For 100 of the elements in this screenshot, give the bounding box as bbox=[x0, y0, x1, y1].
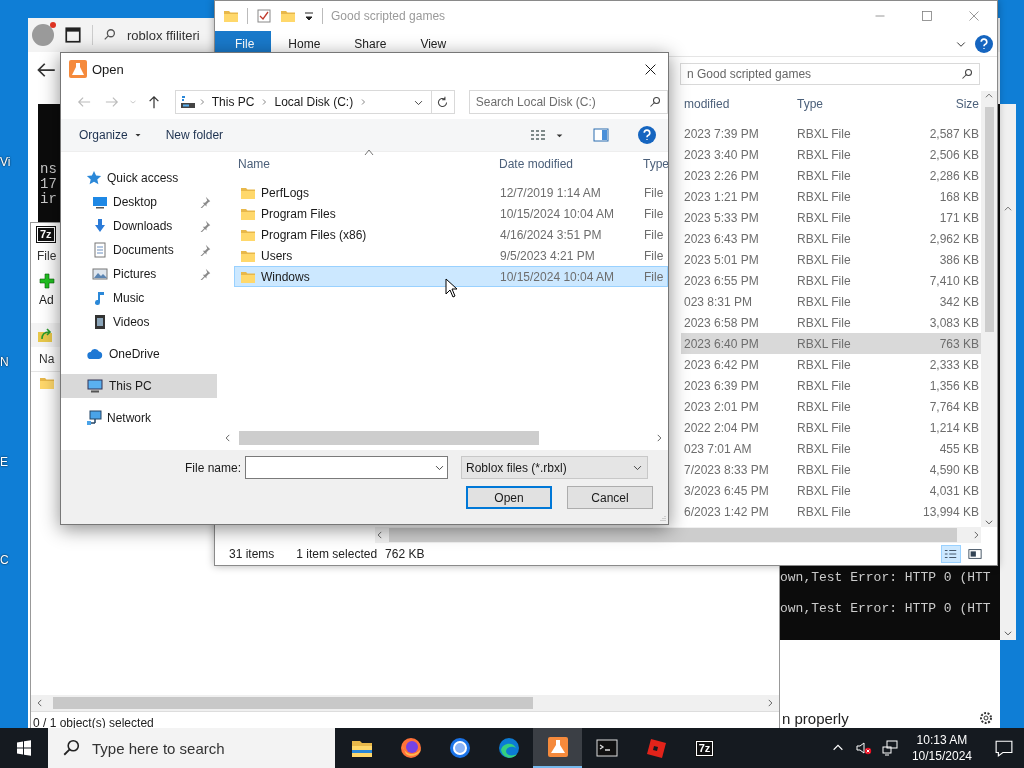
folder-icon bbox=[39, 375, 55, 391]
desktop-icon-label[interactable]: C bbox=[0, 553, 9, 567]
file-row[interactable]: 2023 5:01 PM RBXL File 386 KB bbox=[681, 249, 981, 270]
search-field[interactable]: Search Local Disk (C:) bbox=[468, 90, 668, 114]
file-row[interactable]: 2023 6:39 PM RBXL File 1,356 KB bbox=[681, 375, 981, 396]
file-row[interactable]: 2023 6:58 PM RBXL File 3,083 KB bbox=[681, 312, 981, 333]
nav-item[interactable]: OneDrive bbox=[61, 342, 217, 366]
preview-pane-icon[interactable] bbox=[592, 127, 610, 143]
column-header[interactable]: Na bbox=[39, 352, 55, 366]
menu-item[interactable]: File bbox=[37, 249, 57, 263]
clock[interactable]: 10:13 AM 10/15/2024 bbox=[905, 732, 978, 764]
nav-item[interactable]: Pictures bbox=[61, 262, 217, 286]
new-folder-button[interactable]: New folder bbox=[159, 124, 230, 146]
column-header[interactable]: Name bbox=[234, 157, 493, 171]
nav-item[interactable]: Videos bbox=[61, 310, 217, 334]
checkbox-icon[interactable] bbox=[256, 8, 272, 24]
file-row[interactable]: 023 7:01 AM RBXL File 455 KB bbox=[681, 438, 981, 459]
file-row[interactable]: 6/2023 1:42 PM RBXL File 13,994 KB bbox=[681, 501, 981, 522]
help-icon[interactable] bbox=[975, 34, 993, 53]
ribbon-tab[interactable]: Share bbox=[337, 31, 404, 56]
file-row[interactable]: 2023 6:42 PM RBXL File 2,333 KB bbox=[681, 354, 981, 375]
file-row[interactable]: 023 8:31 PM RBXL File 342 KB bbox=[681, 291, 981, 312]
computer-icon bbox=[179, 94, 196, 110]
flask-icon[interactable] bbox=[545, 735, 570, 759]
breadcrumb[interactable]: Local Disk (C:) bbox=[270, 95, 358, 109]
thumbnail-icon bbox=[968, 548, 982, 560]
list-icon bbox=[944, 548, 958, 560]
horizontal-scrollbar[interactable] bbox=[375, 527, 981, 543]
view-list-icon[interactable] bbox=[529, 127, 547, 143]
nav-item[interactable]: Network bbox=[61, 406, 217, 430]
profile-avatar[interactable] bbox=[32, 24, 54, 46]
scrollbar[interactable] bbox=[1000, 104, 1016, 640]
column-header[interactable]: Date modified bbox=[493, 157, 637, 171]
file-row[interactable]: 2023 2:01 PM RBXL File 7,764 KB bbox=[681, 396, 981, 417]
file-row[interactable]: 2022 2:04 PM RBXL File 1,214 KB bbox=[681, 417, 981, 438]
desktop-icon-label[interactable]: E bbox=[0, 455, 8, 469]
network-icon[interactable] bbox=[881, 740, 898, 756]
tab-icon[interactable] bbox=[64, 26, 82, 44]
gear-icon[interactable] bbox=[978, 710, 994, 726]
pin-icon bbox=[199, 220, 211, 232]
file-row[interactable]: Users 9/5/2023 4:21 PM File bbox=[234, 245, 668, 266]
cancel-button[interactable]: Cancel bbox=[567, 486, 653, 509]
file-row[interactable]: 2023 6:55 PM RBXL File 7,410 KB bbox=[681, 270, 981, 291]
ribbon-tab[interactable]: Home bbox=[271, 31, 338, 56]
plus-icon[interactable] bbox=[39, 273, 55, 289]
file-row[interactable]: PerfLogs 12/7/2019 1:14 AM File bbox=[234, 182, 668, 203]
nav-item[interactable]: Quick access bbox=[61, 166, 217, 190]
nav-item[interactable]: Desktop bbox=[61, 190, 217, 214]
nav-item[interactable]: Music bbox=[61, 286, 217, 310]
folder-up-icon[interactable] bbox=[37, 327, 53, 343]
console-line: ir bbox=[40, 192, 57, 207]
speaker-muted-icon[interactable] bbox=[855, 740, 872, 756]
column-header[interactable]: Size bbox=[914, 97, 981, 111]
nav-item[interactable]: Downloads bbox=[61, 214, 217, 238]
fox-icon[interactable] bbox=[398, 736, 423, 760]
windows-logo-icon bbox=[16, 740, 32, 756]
file-row[interactable]: 2023 3:40 PM RBXL File 2,506 KB bbox=[681, 144, 981, 165]
ribbon-tab[interactable]: View bbox=[403, 31, 464, 56]
caret-icon bbox=[133, 131, 142, 139]
terminal-icon[interactable] bbox=[594, 736, 619, 760]
horizontal-scrollbar[interactable] bbox=[31, 695, 779, 711]
scroll-up-icon bbox=[984, 91, 994, 101]
file-row[interactable]: 7/2023 8:33 PM RBXL File 4,590 KB bbox=[681, 459, 981, 480]
search-field[interactable]: n Good scripted games bbox=[680, 63, 980, 85]
column-header[interactable]: modified bbox=[681, 97, 794, 111]
file-row[interactable]: Windows 10/15/2024 10:04 AM File bbox=[234, 266, 668, 287]
nav-item[interactable]: This PC bbox=[61, 374, 217, 398]
taskbar-app[interactable] bbox=[533, 728, 582, 768]
file-row[interactable]: 2023 2:26 PM RBXL File 2,286 KB bbox=[681, 165, 981, 186]
console-line: ns bbox=[40, 162, 57, 177]
help-icon[interactable] bbox=[638, 126, 656, 144]
file-row[interactable]: 3/2023 6:45 PM RBXL File 4,031 KB bbox=[681, 480, 981, 501]
column-header[interactable]: Type bbox=[794, 97, 914, 111]
file-row[interactable]: 2023 1:21 PM RBXL File 168 KB bbox=[681, 186, 981, 207]
vertical-scrollbar[interactable] bbox=[981, 91, 997, 527]
desktop-icon-label[interactable]: Vi bbox=[0, 155, 11, 169]
nav-item[interactable]: Documents bbox=[61, 238, 217, 262]
file-row[interactable]: 2023 5:33 PM RBXL File 171 KB bbox=[681, 207, 981, 228]
file-row[interactable]: 2023 6:43 PM RBXL File 2,962 KB bbox=[681, 228, 981, 249]
scroll-left-icon bbox=[223, 433, 233, 443]
ring-icon[interactable] bbox=[447, 736, 472, 760]
breadcrumb[interactable]: This PC bbox=[207, 95, 259, 109]
organize-button[interactable]: Organize bbox=[73, 124, 148, 146]
dropdown-icon[interactable] bbox=[304, 10, 314, 22]
open-button[interactable]: Open bbox=[466, 486, 552, 509]
file-row[interactable]: 2023 6:40 PM RBXL File 763 KB bbox=[681, 333, 981, 354]
details-view-button[interactable] bbox=[941, 545, 961, 563]
file-type-dropdown[interactable]: Roblox files (*.rbxl) bbox=[461, 456, 648, 479]
refresh-icon[interactable] bbox=[436, 95, 450, 109]
file-name-field[interactable] bbox=[245, 456, 448, 479]
taskbar-app[interactable]: 7z bbox=[680, 728, 729, 768]
address-text[interactable]: roblox ffiliteri bbox=[127, 27, 200, 43]
desktop-icon-label[interactable]: N bbox=[0, 355, 9, 369]
file-row[interactable]: Program Files (x86) 4/16/2024 3:51 PM File bbox=[234, 224, 668, 245]
wave-icon[interactable] bbox=[496, 736, 521, 760]
address-bar[interactable]: This PC Local Disk (C:) bbox=[174, 90, 455, 114]
file-row[interactable]: 2023 7:39 PM RBXL File 2,587 KB bbox=[681, 123, 981, 144]
taskbar-search[interactable]: Type here to search bbox=[48, 728, 335, 768]
column-header[interactable]: Type bbox=[637, 157, 668, 171]
file-row[interactable]: Program Files 10/15/2024 10:04 AM File bbox=[234, 203, 668, 224]
